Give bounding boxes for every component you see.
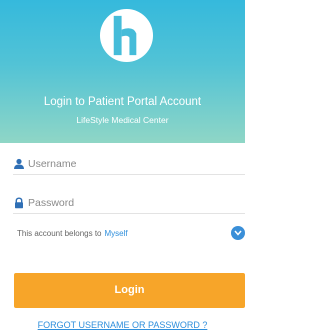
username-field[interactable]: [13, 153, 245, 175]
password-field[interactable]: [13, 192, 245, 214]
username-input[interactable]: [28, 157, 245, 170]
login-button[interactable]: Login: [14, 273, 245, 308]
lock-icon: [15, 196, 23, 208]
chevron-down-glyph: [234, 230, 242, 236]
account-owner-value[interactable]: Myself: [105, 229, 128, 238]
hospital-logo-icon: [99, 8, 154, 63]
center-name: LifeStyle Medical Center: [76, 115, 169, 125]
chevron-down-icon[interactable]: [231, 226, 245, 240]
page-title: Login to Patient Portal Account: [43, 96, 202, 108]
password-input[interactable]: [28, 196, 245, 209]
account-owner-select[interactable]: This account belongs to Myself: [17, 225, 245, 241]
account-owner-label: This account belongs to: [17, 228, 102, 238]
forgot-credentials-link[interactable]: FORGOT USERNAME OR PASSWORD ?: [0, 319, 245, 331]
header-banner: Login to Patient Portal Account LifeStyl…: [0, 0, 245, 143]
user-icon: [14, 158, 24, 169]
